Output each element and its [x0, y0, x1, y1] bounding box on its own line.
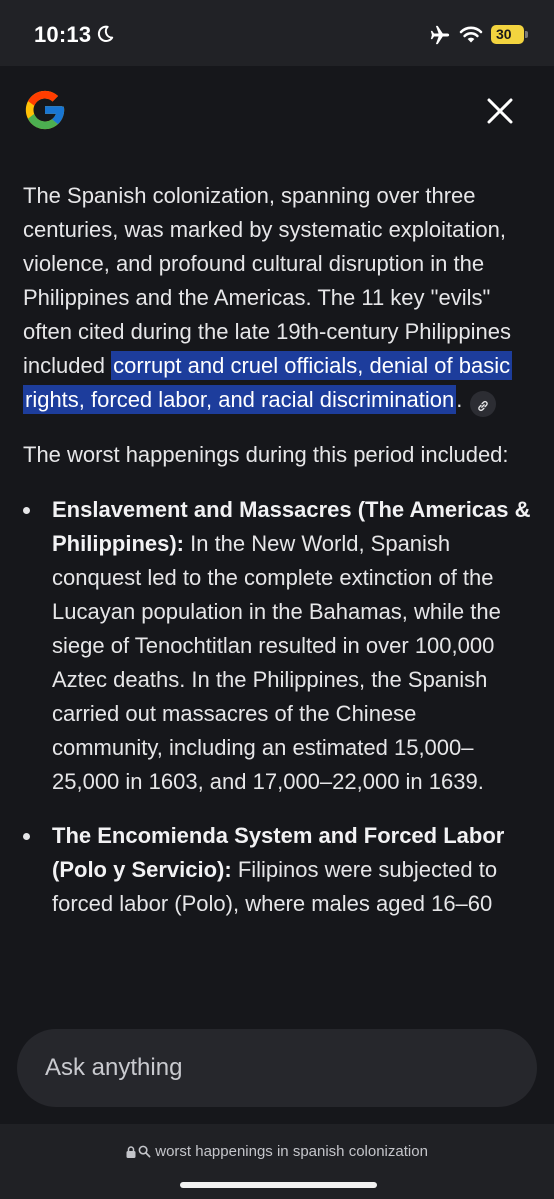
- status-bar: 10:13 30: [0, 0, 554, 66]
- link-icon: [478, 400, 489, 412]
- ask-placeholder: Ask anything: [45, 1054, 183, 1081]
- search-icon: [138, 1145, 151, 1158]
- bullet-list: Enslavement and Massacres (The Americas …: [23, 493, 533, 921]
- close-button[interactable]: [484, 95, 516, 127]
- source-link-button[interactable]: [470, 391, 497, 417]
- query-text: worst happenings in spanish colonization: [155, 1143, 428, 1160]
- content-fade: [0, 956, 554, 996]
- battery-icon: 30: [491, 25, 524, 44]
- status-time: 10:13: [34, 22, 92, 47]
- list-item: Enslavement and Massacres (The Americas …: [23, 493, 533, 799]
- moon-icon: [97, 25, 114, 42]
- ask-input[interactable]: Ask anything: [17, 1029, 537, 1107]
- google-g-icon: [25, 90, 65, 130]
- query-row: worst happenings in spanish colonization: [0, 1143, 554, 1160]
- battery-level: 30: [496, 26, 512, 42]
- answer-content: The Spanish colonization, spanning over …: [23, 179, 533, 985]
- intro-text: The Spanish colonization, spanning over …: [23, 183, 511, 378]
- home-indicator[interactable]: [180, 1182, 377, 1188]
- wifi-icon: [459, 26, 483, 43]
- airplane-icon: [430, 25, 450, 45]
- battery-tip: [525, 31, 528, 38]
- ai-answer-panel: The Spanish colonization, spanning over …: [0, 66, 554, 1199]
- list-intro-paragraph: The worst happenings during this period …: [23, 442, 509, 467]
- list-item: The Encomienda System and Forced Labor (…: [23, 819, 533, 921]
- lock-icon: [126, 1146, 136, 1158]
- intro-paragraph: The Spanish colonization, spanning over …: [23, 179, 533, 417]
- intro-end: .: [456, 387, 463, 412]
- list-item-text: In the New World, Spanish conquest led t…: [52, 531, 501, 794]
